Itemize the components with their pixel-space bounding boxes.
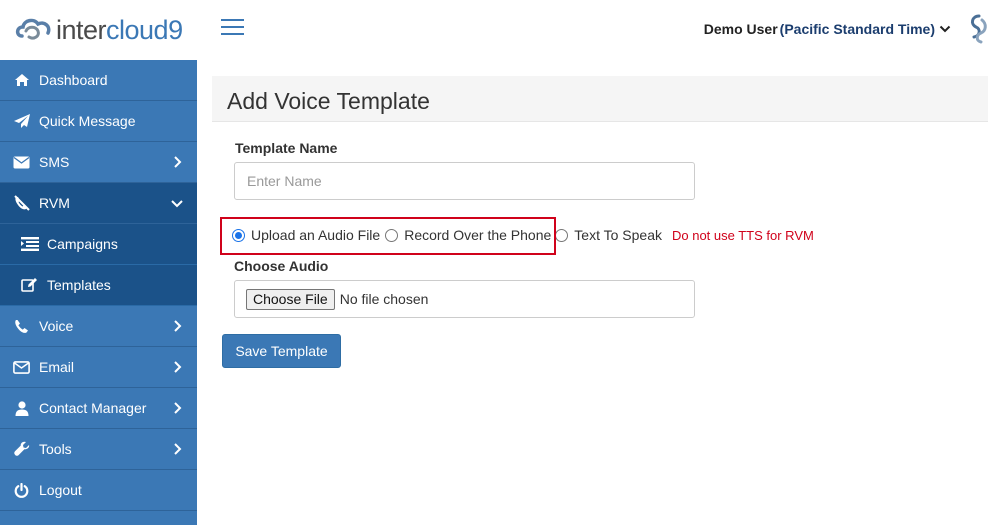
sidebar-item-label: RVM	[39, 195, 70, 211]
radio-button[interactable]	[385, 228, 399, 242]
template-name-input[interactable]	[234, 162, 695, 200]
chevron-right-icon	[174, 443, 182, 455]
radio-upload-audio-file[interactable]: Upload an Audio File	[232, 227, 382, 243]
sidebar-item-email[interactable]: Email	[0, 347, 197, 388]
user-menu[interactable]: Demo User (Pacific Standard Time)	[704, 21, 951, 37]
sidebar-item-label: Tools	[39, 441, 72, 457]
chevron-right-icon	[174, 156, 182, 168]
sidebar-item-label: SMS	[39, 154, 70, 170]
sidebar-item-sms[interactable]: SMS	[0, 142, 197, 183]
chevron-right-icon	[174, 361, 182, 373]
radio-label: Record Over the Phone	[404, 227, 552, 243]
chevron-down-icon	[171, 200, 183, 208]
radio-button[interactable]	[555, 228, 569, 242]
save-template-button[interactable]: Save Template	[222, 334, 341, 368]
page-header: Add Voice Template	[212, 76, 988, 122]
home-icon	[12, 72, 31, 88]
power-icon	[12, 482, 31, 498]
audio-file-input[interactable]: Choose File No file chosen	[234, 280, 695, 318]
user-name: Demo User	[703, 21, 778, 37]
chevron-right-icon	[174, 320, 182, 332]
template-name-label: Template Name	[235, 140, 338, 156]
top-bar: Demo User (Pacific Standard Time)	[197, 0, 1003, 60]
envelope-icon	[12, 154, 31, 170]
envelope-outline-icon	[12, 359, 31, 375]
choose-file-button[interactable]: Choose File	[246, 288, 335, 310]
main-content: Add Voice Template Template Name Upload …	[197, 60, 1003, 525]
paper-plane-icon	[12, 113, 31, 129]
sidebar-subitem-campaigns[interactable]: Campaigns	[0, 224, 197, 265]
sidebar-item-logout[interactable]: Logout	[0, 470, 197, 511]
phone-slash-icon	[12, 195, 31, 211]
radio-label: Upload an Audio File	[251, 227, 381, 243]
wrench-icon	[12, 441, 31, 457]
hamburger-menu-icon[interactable]	[221, 19, 244, 36]
sidebar-item-label: Templates	[47, 277, 111, 293]
sidebar-item-label: Campaigns	[47, 236, 118, 252]
brand-mark-icon	[970, 14, 987, 44]
sidebar-item-label: Logout	[39, 482, 82, 498]
sidebar-item-label: Voice	[39, 318, 74, 334]
edit-icon	[20, 277, 39, 293]
sidebar-item-label: Dashboard	[39, 72, 108, 88]
sidebar-item-label: Contact Manager	[39, 400, 147, 416]
radio-text-to-speak[interactable]: Text To Speak	[555, 227, 664, 243]
cloud-logo-icon	[15, 18, 51, 40]
logo-wordmark: intercloud9	[56, 15, 183, 46]
choose-audio-label: Choose Audio	[234, 258, 329, 274]
user-timezone: (Pacific Standard Time)	[779, 21, 935, 37]
radio-record-over-phone[interactable]: Record Over the Phone	[385, 227, 553, 243]
sidebar-subitem-templates[interactable]: Templates	[0, 265, 197, 306]
sidebar-item-label: Email	[39, 359, 75, 375]
logo[interactable]: intercloud9	[0, 0, 197, 60]
radio-label: Text To Speak	[574, 227, 662, 243]
audio-source-options: Upload an Audio File Record Over the Pho…	[232, 225, 814, 245]
file-status-text: No file chosen	[339, 291, 429, 307]
logo-text-inter: inter	[56, 14, 107, 45]
sidebar-item-voice[interactable]: Voice	[0, 306, 197, 347]
tts-warning-text: Do not use TTS for RVM	[671, 227, 814, 243]
sidebar-item-rvm[interactable]: RVM	[0, 183, 197, 224]
sidebar-item-label: Quick Message	[39, 113, 136, 129]
sidebar: Dashboard Quick Message SMS RVM Campaign…	[0, 60, 197, 525]
sidebar-item-dashboard[interactable]: Dashboard	[0, 60, 197, 101]
chevron-down-icon	[939, 25, 951, 33]
logo-text-cloud9: cloud9	[106, 14, 183, 45]
sidebar-item-tools[interactable]: Tools	[0, 429, 197, 470]
list-icon	[20, 236, 39, 252]
sidebar-item-quick-message[interactable]: Quick Message	[0, 101, 197, 142]
phone-icon	[12, 318, 31, 334]
sidebar-item-contact-manager[interactable]: Contact Manager	[0, 388, 197, 429]
page-title: Add Voice Template	[227, 88, 430, 114]
chevron-right-icon	[174, 402, 182, 414]
radio-button-checked[interactable]	[232, 228, 245, 242]
user-icon	[12, 400, 31, 416]
